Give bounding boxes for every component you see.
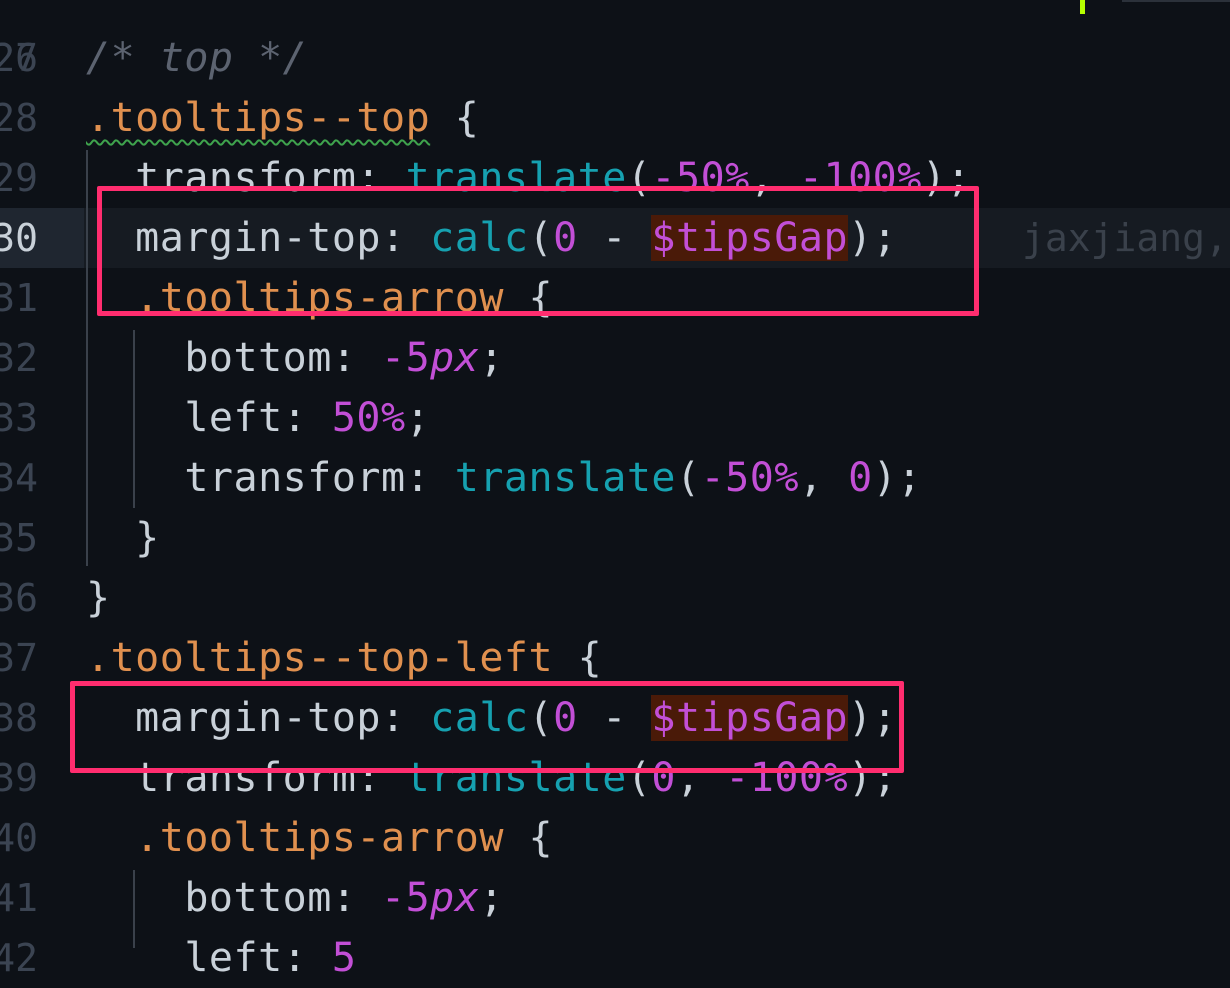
token-punct: ;: [405, 395, 431, 441]
code-text: /* top */: [86, 28, 307, 88]
code-text: .tooltips--top {: [86, 88, 479, 148]
token-comment: /* top */: [86, 35, 308, 81]
token-punct: );: [872, 455, 922, 501]
indent-guide: [133, 870, 135, 948]
line-number: 29: [0, 156, 38, 200]
code-text: transform: translate(-50%, 0);: [86, 448, 922, 508]
token-punct: (: [676, 455, 701, 501]
code-editor[interactable]: 26 27/* top */28 .tooltips--top {29 trans…: [0, 0, 1230, 981]
token-num: 50%: [331, 395, 406, 441]
token-num: 0: [848, 455, 873, 501]
token-punct: }: [86, 575, 111, 621]
token-punct: :: [282, 935, 332, 981]
line-number: 32: [0, 336, 38, 380]
token-selector: .tooltips-arrow: [86, 815, 504, 861]
line-number: 33: [0, 396, 38, 440]
line-number: 27: [0, 36, 38, 80]
git-blame-annotation: jaxjiang,: [1022, 216, 1228, 260]
line-number: 30: [0, 216, 38, 260]
code-text: .tooltips--top-left {: [86, 628, 602, 688]
code-text: bottom: -5px;: [86, 328, 504, 388]
token-prop: bottom: [86, 335, 332, 381]
indent-guide: [86, 150, 88, 566]
code-line[interactable]: 32 bottom: -5px;: [0, 328, 1230, 388]
code-text: bottom: -5px;: [86, 868, 504, 928]
line-number: 41: [0, 876, 38, 920]
token-punct: :: [405, 455, 455, 501]
token-punct: }: [86, 515, 160, 561]
code-line[interactable]: 34 transform: translate(-50%, 0);: [0, 448, 1230, 508]
token-punct: {: [503, 815, 554, 861]
line-number: 34: [0, 456, 38, 500]
token-prop: left: [86, 935, 283, 981]
code-line[interactable]: 37 .tooltips--top-left {: [0, 628, 1230, 688]
annotation-box-line-30: [97, 186, 979, 316]
code-line[interactable]: 33 left: 50%;: [0, 388, 1230, 448]
token-num: -50%: [700, 455, 799, 501]
token-selector: .tooltips--top-left: [86, 635, 554, 681]
line-number: 37: [0, 636, 38, 680]
token-func: translate: [454, 455, 676, 501]
code-line[interactable]: 27 /* top */: [0, 28, 1230, 88]
code-line[interactable]: 40 .tooltips-arrow {: [0, 808, 1230, 868]
code-line[interactable]: 36}: [0, 568, 1230, 628]
code-text: }: [86, 568, 111, 628]
token-punct: {: [553, 635, 603, 681]
line-number: 42: [0, 936, 38, 980]
token-num: -5: [381, 335, 431, 381]
line-number: 36: [0, 576, 38, 620]
token-punct: ;: [479, 335, 504, 381]
token-punct: :: [331, 875, 381, 921]
line-number: 28: [0, 96, 38, 140]
indent-guide: [133, 330, 135, 508]
token-punct: {: [430, 95, 480, 141]
code-line[interactable]: 41 bottom: -5px;: [0, 868, 1230, 928]
code-text: left: 50%;: [86, 388, 430, 448]
minimap-edge: [1122, 0, 1230, 2]
token-num: 5: [331, 935, 357, 981]
token-punct: :: [282, 395, 332, 441]
code-text: .tooltips-arrow {: [86, 808, 553, 868]
line-number: 35: [0, 516, 38, 560]
token-num: -5: [381, 875, 431, 921]
token-unit: px: [430, 875, 480, 921]
line-number: 38: [0, 696, 38, 740]
code-text: left: 5: [86, 928, 356, 988]
token-punct: ,: [798, 455, 849, 501]
line-number: 31: [0, 276, 38, 320]
token-prop: bottom: [86, 875, 332, 921]
line-partial-top: 26: [0, 0, 1230, 80]
token-prop: left: [86, 395, 283, 441]
line-number: 40: [0, 816, 38, 860]
annotation-box-line-38: [70, 681, 904, 773]
code-line[interactable]: 28 .tooltips--top {: [0, 88, 1230, 148]
code-line[interactable]: 42 left: 5: [0, 928, 1230, 988]
token-punct: :: [331, 335, 381, 381]
scroll-marker: [1080, 0, 1085, 14]
token-punct: ;: [479, 875, 504, 921]
line-number: 39: [0, 756, 38, 800]
token-selector: .tooltips--top: [86, 95, 431, 141]
code-text: }: [86, 508, 160, 568]
token-unit: px: [430, 335, 480, 381]
code-line[interactable]: 35 }: [0, 508, 1230, 568]
